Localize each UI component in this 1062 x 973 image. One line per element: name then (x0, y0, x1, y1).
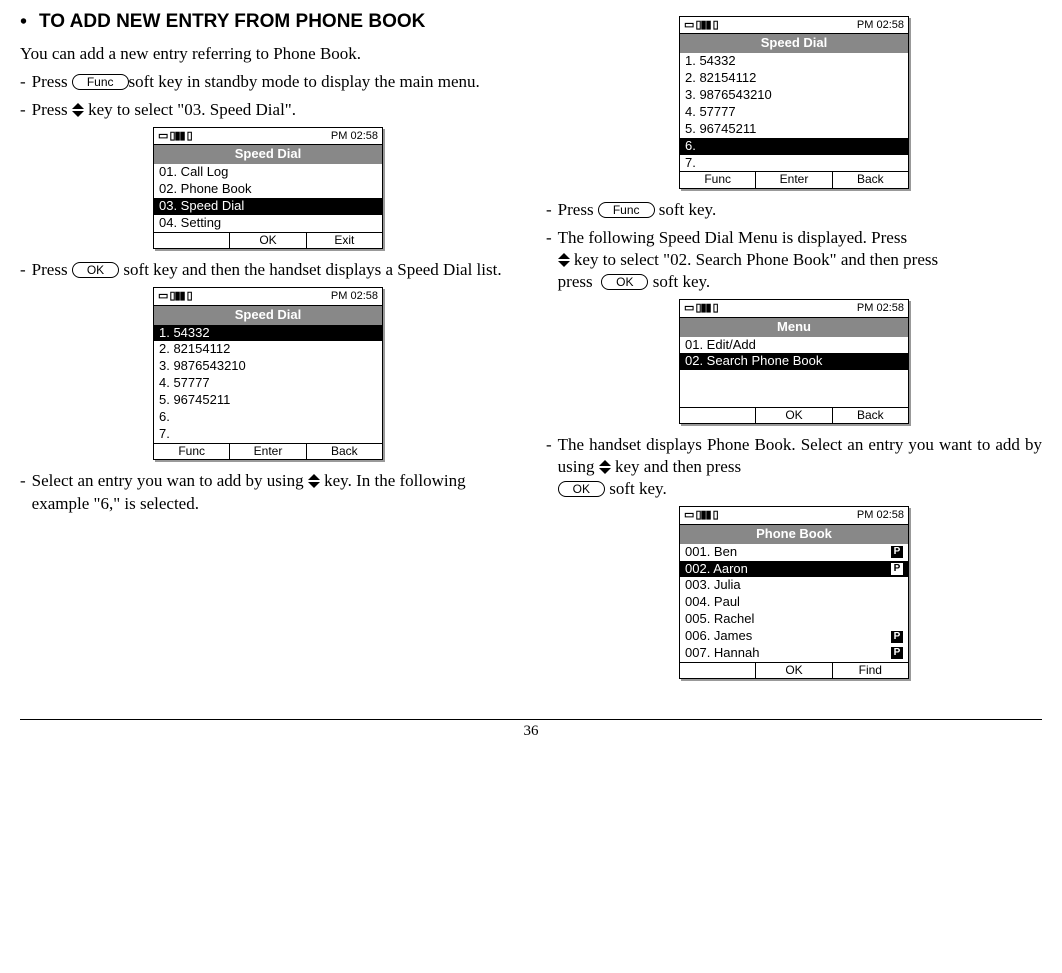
list-item[interactable]: 4. 57777 (154, 375, 382, 392)
softkey-center[interactable]: OK (756, 408, 832, 424)
list-item[interactable]: 7. (154, 426, 382, 443)
clock: PM 02:58 (331, 289, 378, 303)
dash: - (546, 199, 552, 221)
dash: - (20, 470, 26, 514)
step-text: Press Funcsoft key in standby mode to di… (32, 71, 480, 93)
phone-screen: ▭ ▯▮▮ ▯ PM 02:58 Speed Dial 1. 543322. 82… (153, 287, 383, 460)
list-item[interactable]: 3. 9876543210 (680, 87, 908, 104)
dash: - (546, 434, 552, 500)
list-item[interactable]: 4. 57777 (680, 104, 908, 121)
updown-icon (558, 253, 570, 267)
step-text: The handset displays Phone Book. Select … (558, 434, 1042, 500)
page-number: 36 (20, 719, 1042, 742)
status-icons: ▭ ▯▮▮ ▯ (684, 301, 718, 315)
list-item[interactable]: 7. (680, 155, 908, 172)
clock: PM 02:58 (331, 129, 378, 143)
list-item[interactable]: 01. Call Log (154, 164, 382, 181)
clock: PM 02:58 (857, 301, 904, 315)
list-item[interactable]: 02. Phone Book (154, 181, 382, 198)
screen-title: Speed Dial (154, 306, 382, 325)
p-badge-icon: P (891, 546, 903, 558)
bullet-icon: • (20, 12, 27, 32)
list-item[interactable]: 1. 54332 (154, 325, 382, 342)
softkey-right[interactable]: Back (833, 172, 908, 188)
section-heading: TO ADD NEW ENTRY FROM PHONE BOOK (39, 10, 425, 35)
list-item[interactable]: 04. Setting (154, 215, 382, 232)
softkey-center[interactable]: OK (756, 663, 832, 679)
list-item[interactable]: 02. Search Phone Book (680, 353, 908, 370)
list-item[interactable]: 001. BenP (680, 544, 908, 561)
step-text: Select an entry you wan to add by using … (32, 470, 516, 514)
softkey-right[interactable]: Exit (307, 233, 382, 249)
p-badge-icon: P (891, 563, 903, 575)
list-item[interactable]: 01. Edit/Add (680, 337, 908, 354)
softkey-left[interactable] (680, 663, 756, 679)
softkey-left[interactable]: Func (154, 444, 230, 460)
softkey-right[interactable]: Find (833, 663, 908, 679)
list-item[interactable]: 3. 9876543210 (154, 358, 382, 375)
list-item[interactable]: 1. 54332 (680, 53, 908, 70)
list-item[interactable]: 6. (680, 138, 908, 155)
list-item[interactable]: 002. AaronP (680, 561, 908, 578)
screen-title: Menu (680, 318, 908, 337)
list-item[interactable]: 6. (154, 409, 382, 426)
list-item[interactable]: 5. 96745211 (680, 121, 908, 138)
step-text: The following Speed Dial Menu is display… (558, 227, 938, 293)
list-item[interactable]: 007. HannahP (680, 645, 908, 662)
softkey-center[interactable]: Enter (756, 172, 832, 188)
phone-screen: ▭ ▯▮▮ ▯ PM 02:58 Menu 01. Edit/Add02. Sea… (679, 299, 909, 424)
list-item[interactable]: 2. 82154112 (680, 70, 908, 87)
ok-key: OK (72, 262, 119, 278)
intro-text: You can add a new entry referring to Pho… (20, 43, 516, 65)
list-item[interactable]: 005. Rachel (680, 611, 908, 628)
softkey-right[interactable]: Back (307, 444, 382, 460)
ok-key: OK (601, 274, 648, 290)
phone-screen: ▭ ▯▮▮ ▯PM 02:58 Speed Dial 01. Call Log0… (153, 127, 383, 249)
clock: PM 02:58 (857, 18, 904, 32)
list-item[interactable]: 03. Speed Dial (154, 198, 382, 215)
screen-title: Phone Book (680, 525, 908, 544)
clock: PM 02:58 (857, 508, 904, 522)
softkey-left[interactable]: Func (680, 172, 756, 188)
list-item[interactable]: 003. Julia (680, 577, 908, 594)
screen-title: Speed Dial (154, 145, 382, 164)
status-icons: ▭ ▯▮▮ ▯ (158, 129, 192, 143)
list-item[interactable]: 5. 96745211 (154, 392, 382, 409)
step-text: Press Func soft key. (558, 199, 717, 221)
func-key: Func (72, 74, 129, 90)
status-icons: ▭ ▯▮▮ ▯ (684, 18, 718, 32)
updown-icon (72, 103, 84, 117)
list-item[interactable]: 006. JamesP (680, 628, 908, 645)
func-key: Func (598, 202, 655, 218)
status-icons: ▭ ▯▮▮ ▯ (684, 508, 718, 522)
softkey-left[interactable] (680, 408, 756, 424)
softkey-right[interactable]: Back (833, 408, 908, 424)
dash: - (20, 259, 26, 281)
p-badge-icon: P (891, 631, 903, 643)
dash: - (546, 227, 552, 293)
phone-screen: ▭ ▯▮▮ ▯ PM 02:58 Phone Book 001. BenP002.… (679, 506, 909, 679)
phone-screen: ▭ ▯▮▮ ▯ PM 02:58 Speed Dial 1. 543322. 82… (679, 16, 909, 189)
ok-key: OK (558, 481, 605, 497)
list-item[interactable]: 2. 82154112 (154, 341, 382, 358)
updown-icon (599, 460, 611, 474)
updown-icon (308, 474, 320, 488)
status-icons: ▭ ▯▮▮ ▯ (158, 289, 192, 303)
softkey-left[interactable] (154, 233, 230, 249)
softkey-center[interactable]: Enter (230, 444, 306, 460)
step-text: Press OK soft key and then the handset d… (32, 259, 502, 281)
screen-title: Speed Dial (680, 34, 908, 53)
dash: - (20, 71, 26, 93)
step-text: Press key to select "03. Speed Dial". (32, 99, 296, 121)
list-item[interactable]: 004. Paul (680, 594, 908, 611)
dash: - (20, 99, 26, 121)
p-badge-icon: P (891, 647, 903, 659)
softkey-center[interactable]: OK (230, 233, 306, 249)
